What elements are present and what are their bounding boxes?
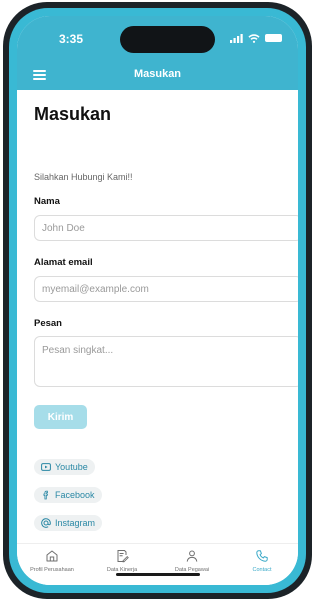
nav-item-data-kinerja[interactable]: Data Kinerja bbox=[87, 549, 157, 573]
status-bar: 3:35 bbox=[17, 16, 298, 60]
youtube-link[interactable]: Youtube bbox=[34, 459, 95, 475]
submit-button[interactable]: Kirim bbox=[34, 405, 87, 429]
nav-label-contact: Contact bbox=[252, 567, 272, 573]
signal-icon bbox=[230, 33, 243, 43]
facebook-link[interactable]: Facebook bbox=[34, 487, 102, 503]
dynamic-island bbox=[120, 26, 215, 53]
instagram-label: Instagram bbox=[55, 518, 96, 528]
status-time: 3:35 bbox=[59, 32, 84, 46]
message-textarea[interactable] bbox=[34, 336, 298, 387]
header-title: Masukan bbox=[133, 68, 182, 80]
nav-item-profil-perusahaan[interactable]: Profil Perusahaan bbox=[17, 549, 87, 573]
nav-label-profil-perusahaan: Profil Perusahaan bbox=[30, 567, 74, 573]
youtube-label: Youtube bbox=[55, 462, 88, 472]
name-input[interactable] bbox=[34, 215, 298, 241]
nav-item-data-pegawai[interactable]: Data Pegawai bbox=[157, 549, 227, 573]
battery-icon bbox=[265, 34, 282, 42]
instagram-link[interactable]: Instagram bbox=[34, 515, 103, 531]
email-label: Alamat email bbox=[34, 257, 93, 268]
wifi-icon bbox=[248, 33, 260, 43]
instagram-icon bbox=[41, 518, 51, 528]
phone-icon bbox=[256, 550, 268, 562]
youtube-icon bbox=[41, 463, 51, 471]
document-edit-icon bbox=[117, 550, 129, 563]
status-icons bbox=[230, 32, 282, 44]
name-label: Nama bbox=[34, 196, 60, 207]
screen: 3:35 Masukan Masukan Silahkan Hubungi Ka… bbox=[17, 16, 298, 585]
email-input[interactable] bbox=[34, 276, 298, 302]
app-header: Masukan bbox=[17, 60, 298, 90]
home-indicator bbox=[116, 573, 200, 576]
page-subtitle: Silahkan Hubungi Kami!! bbox=[34, 172, 133, 182]
facebook-label: Facebook bbox=[55, 490, 95, 500]
message-label: Pesan bbox=[34, 318, 62, 329]
nav-item-contact[interactable]: Contact bbox=[227, 549, 297, 573]
bottom-nav: Profil Perusahaan Data Kinerja Data Pega… bbox=[17, 543, 298, 585]
page-title: Masukan bbox=[34, 104, 112, 124]
home-icon bbox=[46, 550, 58, 562]
user-icon bbox=[186, 550, 198, 562]
facebook-icon bbox=[43, 490, 48, 500]
